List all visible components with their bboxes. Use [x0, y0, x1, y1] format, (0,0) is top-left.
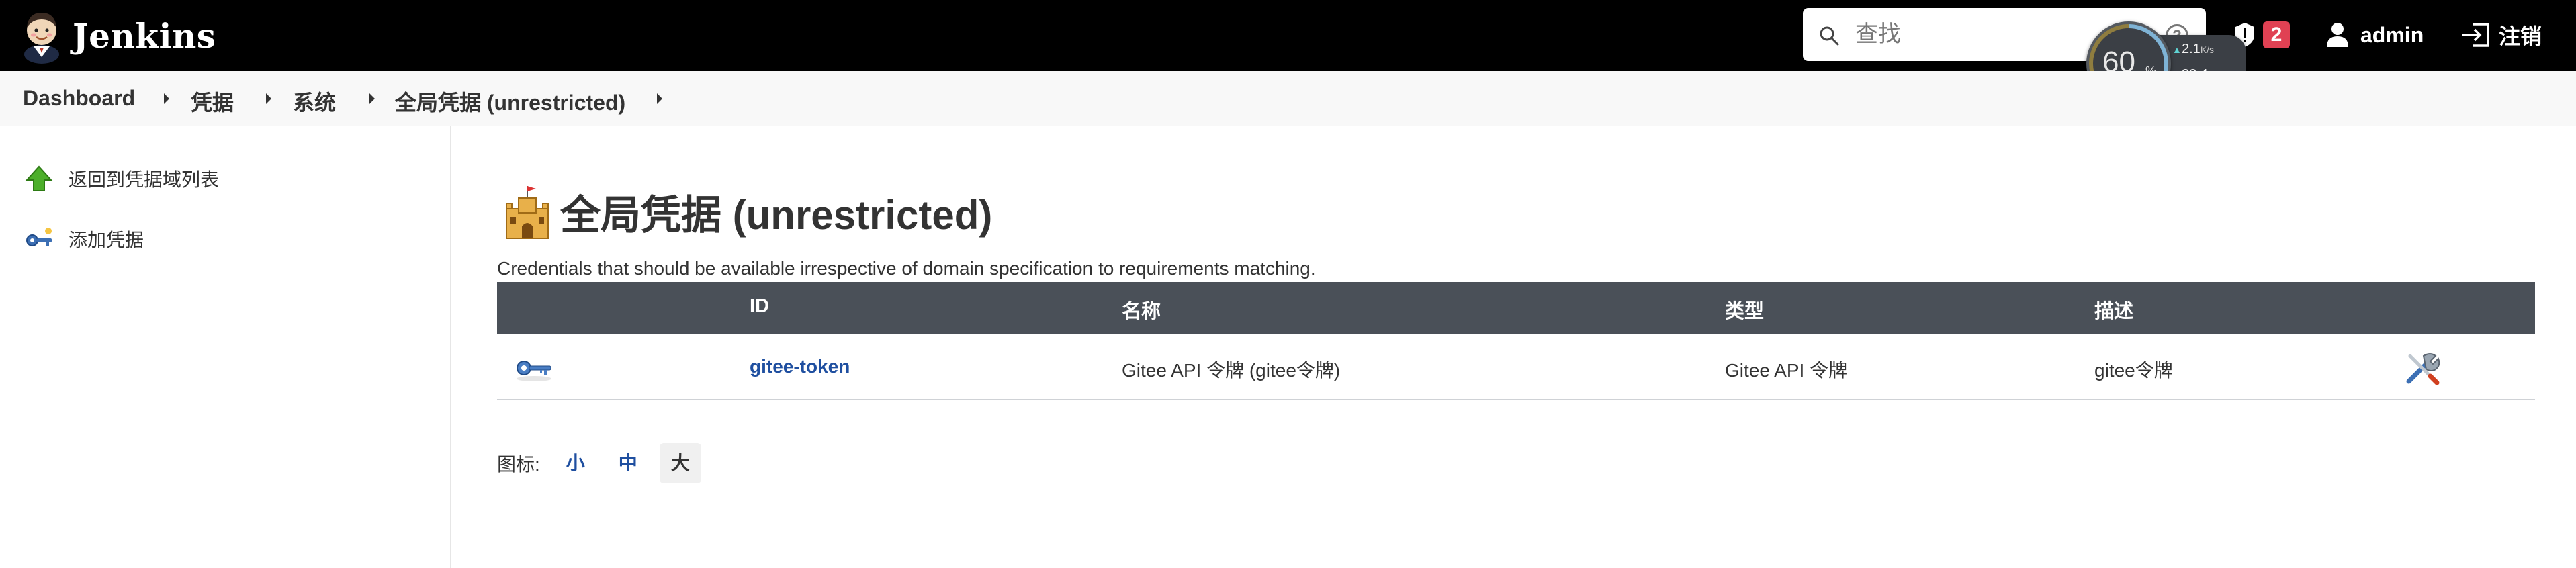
icon-size-label: 图标:: [497, 454, 540, 475]
upload-speed: ▲2.1K/s: [2172, 42, 2215, 56]
search-icon: [1820, 26, 1839, 46]
breadcrumb-chevron-icon[interactable]: [369, 93, 375, 104]
breadcrumb-chevron-icon[interactable]: [164, 93, 169, 104]
breadcrumb-credentials[interactable]: 凭据: [191, 86, 234, 117]
breadcrumb-chevron-icon[interactable]: [657, 93, 662, 104]
upload-unit: K/s: [2200, 44, 2215, 55]
page-description: Credentials that should be available irr…: [497, 258, 1316, 279]
credential-type: Gitee API 令牌: [1725, 360, 1848, 381]
side-panel: 返回到凭据域列表 添加凭据: [0, 126, 451, 568]
task-label: 返回到凭据域列表: [69, 169, 220, 190]
configure-tools-icon[interactable]: [2403, 350, 2441, 387]
column-header-type[interactable]: 类型: [1725, 295, 1764, 324]
icon-size-small[interactable]: 小: [555, 443, 596, 483]
logout-label: 注销: [2499, 24, 2542, 48]
icon-size-medium[interactable]: 中: [607, 443, 649, 483]
brand-title: Jenkins: [73, 15, 216, 56]
icon-size-selector: 图标: 小 中 大: [497, 443, 712, 483]
table-row: gitee-token Gitee API 令牌 (gitee令牌) Gitee…: [497, 334, 2535, 400]
credentials-table: ID 名称 类型 描述 gitee-token Gitee API 令牌 (gi…: [497, 282, 2535, 400]
breadcrumb-chevron-icon[interactable]: [266, 93, 271, 104]
user-icon: [2327, 23, 2348, 47]
column-header-name[interactable]: 名称: [1122, 295, 1161, 324]
task-add-credentials[interactable]: 添加凭据: [24, 220, 144, 258]
upload-value: 2.1: [2182, 42, 2201, 56]
alert-count-badge: 2: [2263, 21, 2290, 48]
credential-key-icon: [517, 361, 551, 381]
page-title: 全局凭据 (unrestricted): [560, 192, 993, 238]
breadcrumb-global-credentials[interactable]: 全局凭据 (unrestricted): [395, 86, 625, 117]
logout-icon: [2462, 23, 2489, 47]
table-header: ID 名称 类型 描述: [497, 282, 2535, 334]
task-back-to-domains[interactable]: 返回到凭据域列表: [24, 160, 219, 197]
credential-id-link[interactable]: gitee-token: [750, 356, 850, 377]
main-panel: 全局凭据 (unrestricted) Credentials that sho…: [453, 126, 2576, 568]
jenkins-butler-logo: [24, 13, 59, 64]
icon-size-large[interactable]: 大: [659, 443, 701, 483]
credential-description: gitee令牌: [2094, 360, 2173, 381]
logout-button[interactable]: 注销: [2461, 19, 2542, 51]
breadcrumb-dashboard[interactable]: Dashboard: [23, 86, 135, 111]
castle-icon: [506, 186, 549, 239]
breadcrumb: Dashboard 凭据 系统 全局凭据 (unrestricted): [0, 71, 2576, 126]
user-name: admin: [2360, 22, 2424, 47]
credential-name: Gitee API 令牌 (gitee令牌): [1122, 360, 1341, 381]
jenkins-home-link[interactable]: Jenkins: [20, 5, 216, 66]
title-row: 全局凭据 (unrestricted): [501, 181, 992, 242]
user-menu[interactable]: admin: [2325, 19, 2424, 51]
task-label: 添加凭据: [69, 230, 144, 250]
arrow-up-icon: [25, 165, 53, 191]
column-header-id[interactable]: ID: [750, 295, 769, 318]
key-icon: [26, 228, 52, 246]
column-header-description[interactable]: 描述: [2094, 295, 2133, 324]
page-header: Jenkins ? 2 admin 注销: [0, 0, 2576, 106]
breadcrumb-system[interactable]: 系统: [293, 86, 336, 117]
